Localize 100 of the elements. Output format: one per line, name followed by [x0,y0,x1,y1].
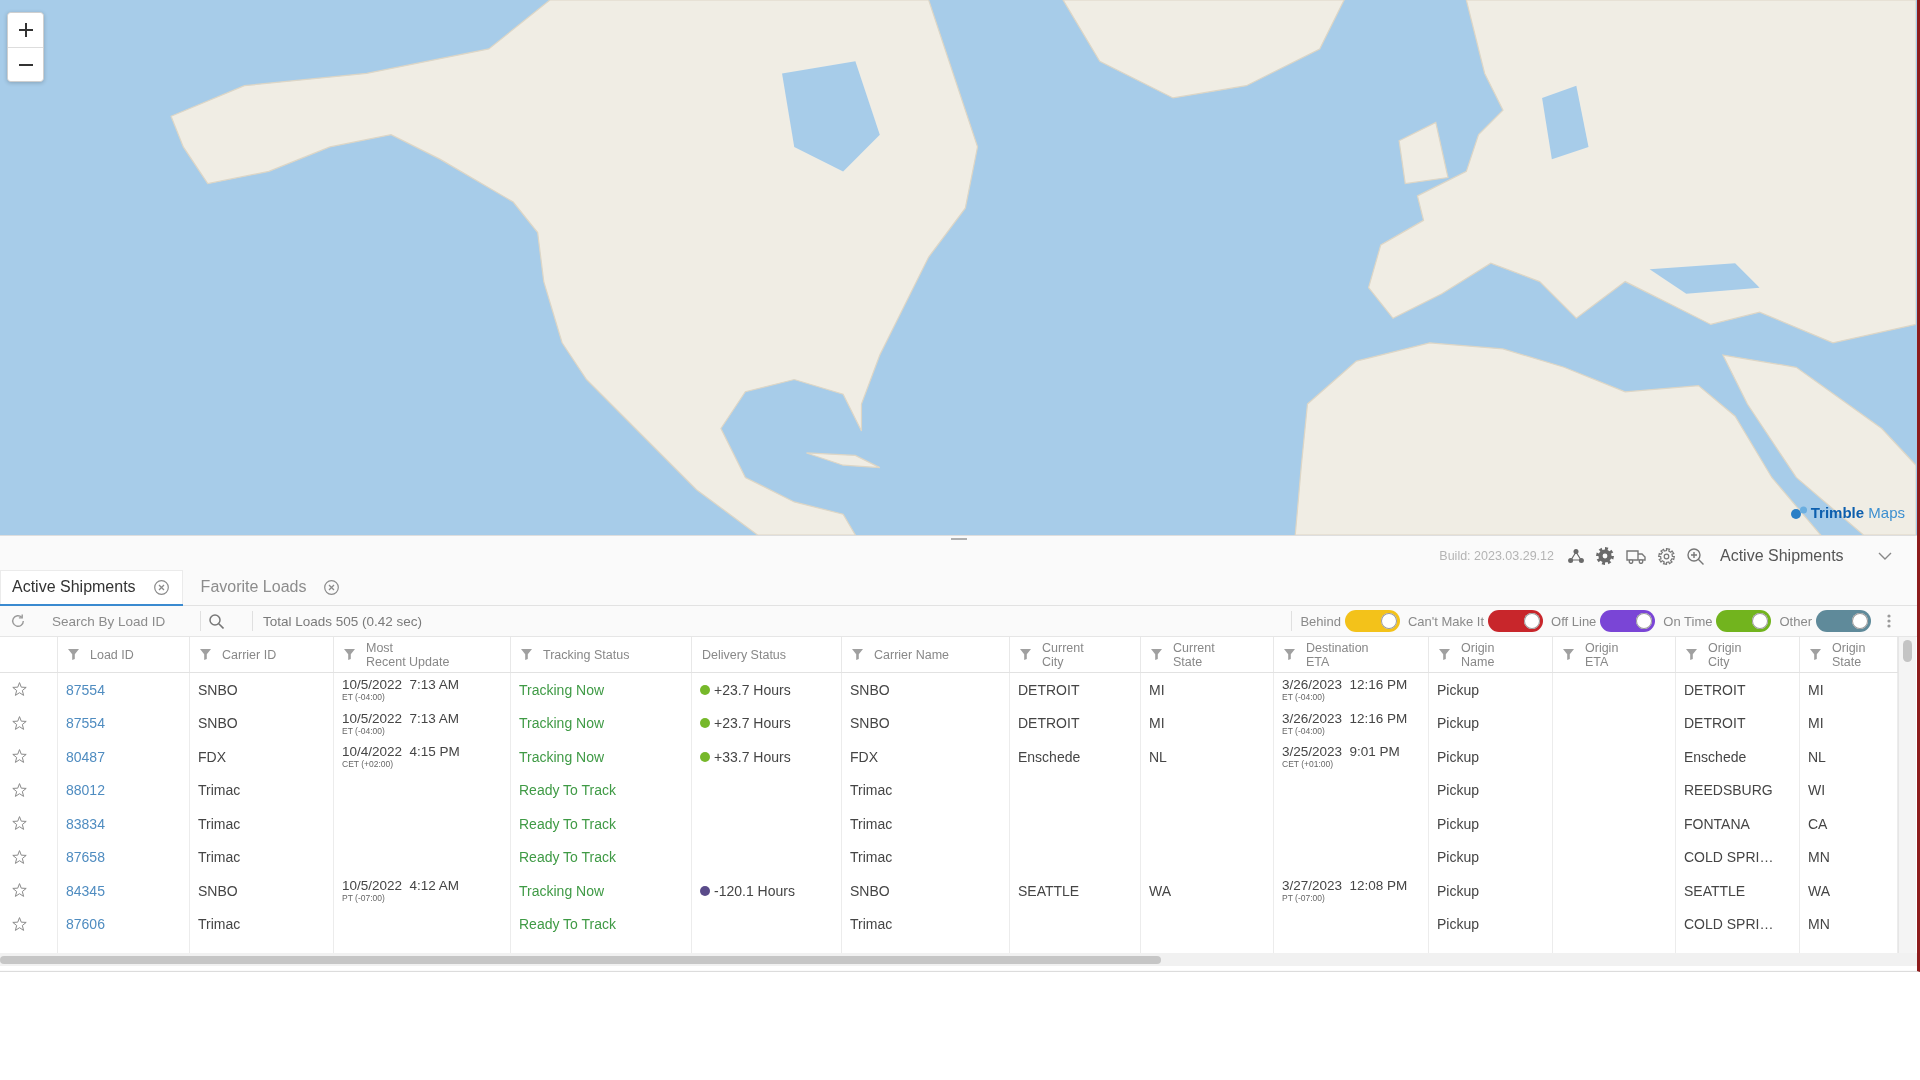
column-header[interactable]: Origin City [1708,640,1742,669]
filter-icon[interactable] [200,649,211,660]
load-id-link[interactable]: 84345 [66,882,105,899]
search-field[interactable]: Search By Load ID [44,609,200,633]
star-icon[interactable] [12,816,27,832]
column-header[interactable]: Destination ETA [1306,640,1369,669]
table-cell: SEATTLE [1676,874,1800,908]
close-icon[interactable] [324,579,340,595]
load-id-link[interactable]: 87554 [66,715,105,732]
table-cell: SNBO [842,706,1010,740]
filter-label: On Time [1663,613,1713,629]
zoom-in-button[interactable] [8,13,43,47]
load-id-link[interactable]: 83834 [66,815,105,832]
toggle-switch[interactable] [1488,610,1544,632]
table-cell: Trimac [190,840,334,874]
column-header[interactable]: Current City [1042,640,1084,669]
filter-label: Other [1779,613,1812,629]
load-id-link[interactable]: 87554 [66,681,105,698]
resize-handle[interactable] [950,538,967,540]
table-cell: DETROIT [1676,673,1800,707]
tab[interactable]: Favorite Loads [182,570,354,606]
toggle-switch[interactable] [1716,610,1772,632]
zoom-in-icon[interactable] [1687,547,1704,565]
column-header[interactable]: Carrier Name [874,647,949,662]
delivery-status-text: +23.7 Hours [714,681,791,698]
load-id-link[interactable]: 87658 [66,849,105,866]
star-icon[interactable] [12,749,27,765]
column-header[interactable]: Load ID [90,647,134,662]
chevron-down-icon [1878,552,1892,560]
table-cell: Trimac [842,907,1010,941]
table-cell: Pickup [1429,673,1553,707]
table-cell: Pickup [1429,807,1553,841]
filter-icon[interactable] [1810,649,1821,660]
table-cell: FDX [842,740,1010,774]
scrollbar-track[interactable] [0,953,1917,966]
delivery-status-text: +23.7 Hours [714,715,791,732]
star-icon[interactable] [12,782,27,798]
filter-icon[interactable] [1284,649,1295,660]
table-cell: SNBO [190,874,334,908]
filter-icon[interactable] [1563,649,1574,660]
column-header[interactable]: Origin ETA [1585,640,1619,669]
filter-icon[interactable] [1439,649,1450,660]
table-cell: DETROIT [1010,673,1141,707]
filter-icon[interactable] [344,649,355,660]
toggle-switch[interactable] [1816,610,1871,632]
table-cell: MI [1141,706,1274,740]
tracking-status-text: Tracking Now [511,740,692,774]
load-id-link[interactable]: 88012 [66,782,105,799]
more-options-icon[interactable] [1887,614,1891,628]
filter-icon[interactable] [1151,649,1162,660]
search-icon[interactable] [209,613,224,629]
filter-icon[interactable] [521,649,532,660]
scrollbar-track[interactable] [1898,637,1916,953]
table-cell: Enschede [1676,740,1800,774]
tab[interactable]: Active Shipments [0,570,183,606]
datetime-text: 3/25/2023 9:01 PM [1282,744,1400,760]
logo-icon [1790,505,1807,520]
column-header[interactable]: Most Recent Update [366,640,450,669]
close-icon[interactable] [153,579,169,595]
scrollbar-thumb[interactable] [1903,640,1912,662]
settings-icon[interactable] [1658,547,1675,565]
column-header[interactable]: Tracking Status [543,647,630,662]
column-header[interactable]: Carrier ID [222,647,277,662]
load-id-link[interactable]: 87606 [66,916,105,933]
table-cell: DETROIT [1676,706,1800,740]
star-icon[interactable] [12,849,27,865]
attribution-text: Trimble Maps [1810,504,1905,521]
column-header[interactable]: Origin State [1832,640,1866,669]
star-icon[interactable] [12,883,27,899]
filter-icon[interactable] [1686,649,1697,660]
load-id-link[interactable]: 80487 [66,748,105,765]
scrollbar-thumb[interactable] [0,955,1161,964]
toggle-switch[interactable] [1344,610,1400,632]
datetime-text: 10/5/2022 7:13 AM [342,677,460,693]
column-header[interactable]: Delivery Status [702,647,787,662]
view-select[interactable]: Active Shipments [1718,547,1896,565]
star-icon[interactable] [12,682,27,698]
tracking-status-text: Tracking Now [511,874,692,908]
total-loads-text: Total Loads 505 (0.42 sec) [263,613,423,629]
tracking-status-text: Ready To Track [511,907,692,941]
column-header[interactable]: Current State [1173,640,1215,669]
table-cell: SNBO [190,673,334,707]
cog-icon[interactable] [1596,547,1614,565]
table-cell: Trimac [190,907,334,941]
zoom-out-button[interactable] [8,47,43,81]
timezone-text: ET (-04:00) [342,692,385,703]
filter-icon[interactable] [1020,649,1031,660]
star-icon[interactable] [12,715,27,731]
column-header[interactable]: Origin Name [1461,640,1495,669]
refresh-icon[interactable] [11,614,25,628]
timezone-text: ET (-04:00) [1282,692,1325,703]
toggle-switch[interactable] [1600,610,1656,632]
filter-icon[interactable] [68,649,79,660]
truck-icon[interactable] [1626,548,1646,564]
filter-icon[interactable] [852,649,863,660]
nodes-icon[interactable] [1568,549,1584,563]
delivery-status-text: +33.7 Hours [714,748,791,765]
star-icon[interactable] [12,916,27,932]
table-cell: COLD SPRI… [1676,907,1800,941]
table-cell: Enschede [1010,740,1141,774]
